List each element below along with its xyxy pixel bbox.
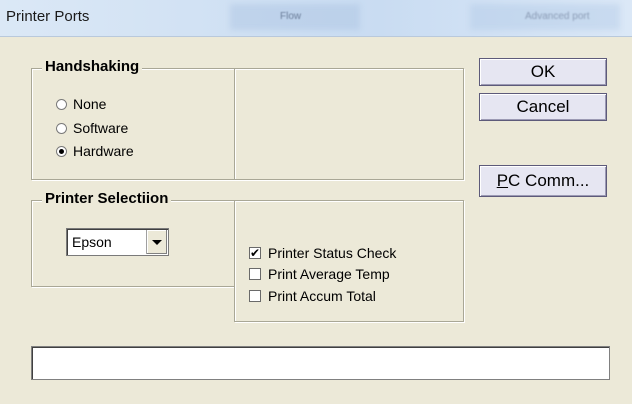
checkbox-print-accum-total-box[interactable] — [249, 290, 261, 302]
checkbox-print-average-temp-box[interactable] — [249, 268, 261, 280]
cancel-button[interactable]: Cancel — [479, 93, 607, 121]
title-bar: Printer Ports Flow Advanced port — [0, 0, 632, 37]
checkbox-printer-status-check[interactable]: ✔ Printer Status Check — [249, 245, 396, 261]
radio-software-indicator[interactable] — [56, 122, 67, 134]
radio-hardware[interactable]: Hardware — [56, 143, 134, 159]
status-field — [31, 346, 610, 380]
pc-comm-mnemonic: P — [496, 171, 509, 190]
checkbox-printer-status-check-label: Printer Status Check — [268, 245, 397, 261]
blurred-tab-2-label: Advanced port — [525, 11, 590, 22]
radio-software-label: Software — [73, 120, 129, 136]
radio-hardware-indicator[interactable] — [56, 145, 67, 157]
printer-select-value: Epson — [72, 234, 112, 250]
printer-selection-legend: Printer Selectiion — [42, 190, 172, 207]
pc-comm-label: C Comm... — [508, 171, 590, 190]
checkbox-print-accum-total[interactable]: Print Accum Total — [249, 288, 376, 304]
blurred-tab-1-label: Flow — [280, 11, 302, 22]
handshaking-legend: Handshaking — [42, 58, 143, 75]
checkbox-printer-status-check-box[interactable]: ✔ — [249, 247, 261, 259]
printer-select[interactable]: Epson — [66, 228, 169, 256]
radio-none-label: None — [73, 96, 107, 112]
checkbox-print-average-temp-label: Print Average Temp — [268, 266, 390, 282]
chevron-down-icon[interactable] — [146, 230, 167, 254]
radio-hardware-label: Hardware — [73, 143, 134, 159]
empty-panel — [234, 68, 464, 180]
radio-none[interactable]: None — [56, 96, 106, 112]
radio-software[interactable]: Software — [56, 120, 128, 136]
radio-none-indicator[interactable] — [56, 98, 67, 110]
window-title: Printer Ports — [6, 8, 90, 25]
checkbox-print-accum-total-label: Print Accum Total — [268, 288, 376, 304]
pc-comm-button[interactable]: PC Comm... — [479, 165, 607, 197]
checkbox-print-average-temp[interactable]: Print Average Temp — [249, 266, 390, 282]
ok-button[interactable]: OK — [479, 58, 607, 86]
